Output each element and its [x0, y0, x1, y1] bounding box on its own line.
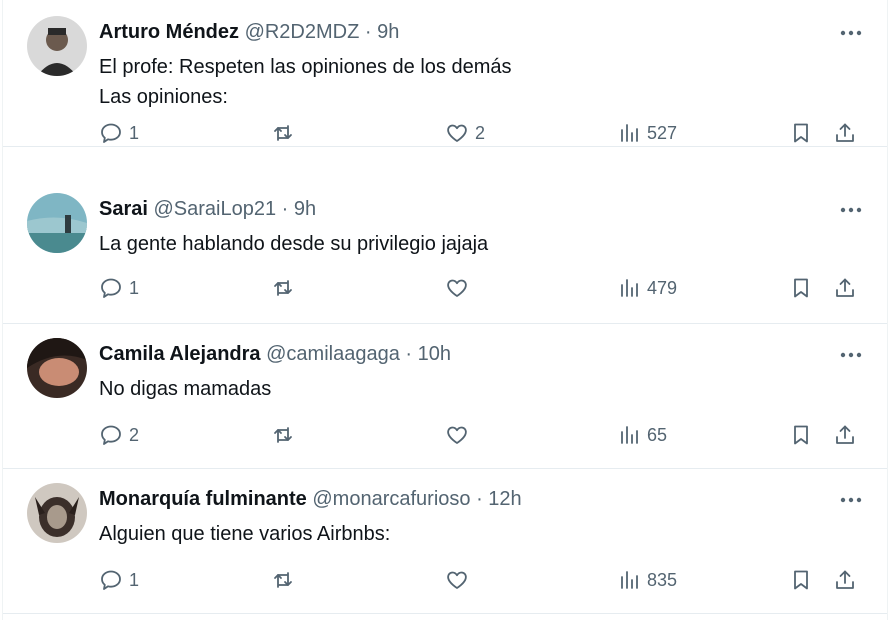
bookmark-icon — [794, 570, 808, 590]
bookmark-icon — [794, 278, 808, 298]
tweet[interactable]: Camila Alejandra @camilaagaga · 10h No d… — [3, 322, 887, 469]
more-icon[interactable] — [837, 342, 865, 368]
views-icon — [621, 279, 638, 297]
retweet-icon — [274, 280, 292, 296]
heart-icon — [447, 571, 467, 589]
tweet-thread: Arturo Méndez @R2D2MDZ · 9h El profe: Re… — [2, 0, 888, 620]
view-count: 65 — [647, 424, 668, 445]
display-name[interactable]: Sarai — [99, 198, 148, 220]
separator-dot: · — [399, 343, 418, 365]
like-button[interactable] — [445, 565, 475, 595]
reply-icon — [101, 570, 121, 590]
separator-dot: · — [470, 488, 489, 510]
more-icon[interactable] — [837, 197, 865, 223]
view-count: 527 — [647, 122, 678, 143]
retweet-button[interactable] — [271, 420, 301, 450]
tweet-header: Camila Alejandra @camilaagaga · 10h — [99, 341, 451, 367]
tweet-text: Alguien que tiene varios Airbnbs: — [99, 523, 391, 545]
handle[interactable]: @R2D2MDZ — [245, 21, 360, 43]
bookmark-button[interactable] — [789, 420, 813, 450]
views-button[interactable]: 65 — [617, 420, 667, 450]
like-button[interactable] — [445, 420, 475, 450]
heart-icon — [447, 279, 467, 297]
display-name[interactable]: Arturo Méndez — [99, 21, 239, 43]
retweet-button[interactable] — [271, 273, 301, 303]
retweet-button[interactable] — [271, 565, 301, 595]
handle[interactable]: @camilaagaga — [266, 343, 400, 365]
view-count: 479 — [647, 277, 678, 298]
timestamp[interactable]: 9h — [294, 198, 316, 220]
view-count: 835 — [647, 569, 678, 590]
share-icon — [836, 123, 854, 142]
heart-icon — [447, 426, 467, 444]
share-button[interactable] — [833, 273, 857, 303]
handle[interactable]: @SaraiLop21 — [154, 198, 277, 220]
tweet-text: El profe: Respeten las opiniones de los … — [99, 56, 512, 108]
avatar[interactable] — [27, 193, 87, 253]
bookmark-button[interactable] — [789, 565, 813, 595]
tweet-header: Monarquía fulminante @monarcafurioso · 1… — [99, 486, 522, 512]
bookmark-button[interactable] — [789, 273, 813, 303]
bookmark-button[interactable] — [789, 118, 813, 148]
reply-count: 1 — [129, 277, 140, 298]
retweet-icon — [274, 572, 292, 588]
bookmark-icon — [794, 425, 808, 445]
timestamp[interactable]: 10h — [418, 343, 451, 365]
reply-icon — [101, 123, 121, 143]
retweet-icon — [274, 125, 292, 141]
reply-icon — [101, 278, 121, 298]
separator-dot: · — [359, 21, 378, 43]
timestamp[interactable]: 9h — [377, 21, 399, 43]
timestamp[interactable]: 12h — [488, 488, 521, 510]
views-icon — [621, 571, 638, 589]
reply-icon — [101, 425, 121, 445]
like-button[interactable]: 2 — [445, 118, 485, 148]
share-icon — [836, 278, 854, 297]
handle[interactable]: @monarcafurioso — [312, 488, 470, 510]
reply-button[interactable]: 1 — [99, 565, 139, 595]
tweet-text: La gente hablando desde su privilegio ja… — [99, 233, 489, 255]
views-button[interactable]: 527 — [617, 118, 677, 148]
tweet-text: No digas mamadas — [99, 378, 272, 400]
display-name[interactable]: Camila Alejandra — [99, 343, 261, 365]
reply-button[interactable]: 1 — [99, 273, 139, 303]
more-icon[interactable] — [837, 20, 865, 46]
tweet-header: Arturo Méndez @R2D2MDZ · 9h — [99, 19, 399, 45]
avatar[interactable] — [27, 16, 87, 76]
tweet[interactable]: Monarquía fulminante @monarcafurioso · 1… — [3, 467, 887, 614]
reply-count: 1 — [129, 122, 140, 143]
avatar[interactable] — [27, 338, 87, 398]
views-icon — [621, 426, 638, 444]
views-icon — [621, 124, 638, 142]
retweet-icon — [274, 427, 292, 443]
share-button[interactable] — [833, 118, 857, 148]
retweet-button[interactable] — [271, 118, 301, 148]
reply-count: 1 — [129, 569, 140, 590]
avatar[interactable] — [27, 483, 87, 543]
share-button[interactable] — [833, 420, 857, 450]
share-icon — [836, 570, 854, 589]
share-icon — [836, 425, 854, 444]
reply-button[interactable]: 2 — [99, 420, 139, 450]
display-name[interactable]: Monarquía fulminante — [99, 488, 307, 510]
tweet[interactable]: Sarai @SaraiLop21 · 9h La gente hablando… — [3, 177, 887, 324]
separator-dot: · — [276, 198, 294, 220]
share-button[interactable] — [833, 565, 857, 595]
tweet-header: Sarai @SaraiLop21 · 9h — [99, 196, 316, 222]
views-button[interactable]: 479 — [617, 273, 677, 303]
bookmark-icon — [794, 123, 808, 143]
more-icon[interactable] — [837, 487, 865, 513]
tweet[interactable]: Arturo Méndez @R2D2MDZ · 9h El profe: Re… — [3, 0, 887, 147]
views-button[interactable]: 835 — [617, 565, 677, 595]
reply-button[interactable]: 1 — [99, 118, 139, 148]
reply-count: 2 — [129, 424, 140, 445]
like-count: 2 — [475, 122, 486, 143]
like-button[interactable] — [445, 273, 475, 303]
heart-icon — [447, 124, 467, 142]
